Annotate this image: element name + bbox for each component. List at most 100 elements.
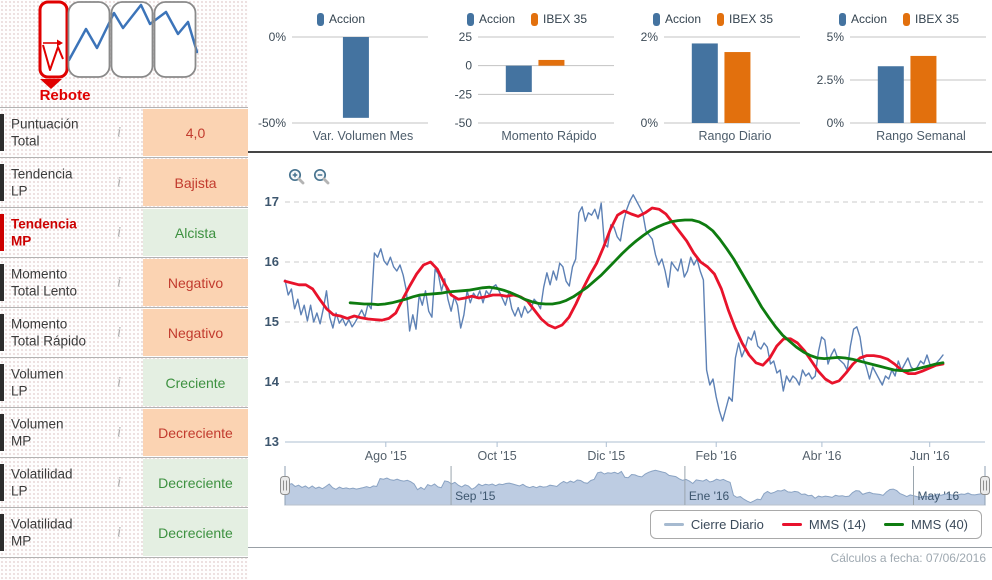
row-accent-bar: [0, 364, 4, 401]
pattern-selector: Rebote: [0, 0, 248, 107]
info-icon[interactable]: i: [117, 224, 121, 241]
table-row[interactable]: Momento Total Rápido i Negativo: [0, 307, 248, 357]
bar-Accion[interactable]: [342, 37, 369, 118]
row-accent-bar: [0, 114, 4, 151]
row-label: Momento Total Lento: [11, 265, 78, 299]
info-icon[interactable]: i: [117, 524, 121, 541]
row-value: Alcista: [143, 209, 248, 256]
row-label: Tendencia LP: [11, 165, 73, 199]
zoom-controls: [288, 168, 331, 191]
legend-label: Cierre Diario: [690, 517, 764, 532]
row-value: Decreciente: [143, 459, 248, 506]
row-accent-bar: [0, 314, 4, 351]
bar-IBEX 35[interactable]: [910, 55, 937, 123]
table-row[interactable]: Volatilidad LP i Decreciente: [0, 457, 248, 507]
sidebar: Rebote Puntuación Total i 4,0 Tendencia LP i Ba…: [0, 0, 248, 580]
info-icon[interactable]: i: [117, 374, 121, 391]
legend-item[interactable]: Accion: [466, 12, 515, 26]
legend-label: IBEX 35: [915, 12, 960, 26]
y-axis-label: 16: [265, 254, 279, 269]
row-value: Negativo: [143, 309, 248, 356]
y-axis-label: -25: [455, 87, 473, 101]
row-accent-bar: [0, 464, 4, 501]
mini-chart: Accion IBEX 35 25 0 -25 -50 Momento Rápido: [434, 0, 620, 151]
bar-Accion[interactable]: [691, 43, 718, 124]
y-axis-label: 15: [265, 314, 279, 329]
mini-chart-plot: 0% -50%: [258, 30, 428, 129]
y-axis-label: 25: [459, 30, 473, 44]
navigator-label: Ene '16: [689, 489, 730, 503]
x-axis-label: Dic '15: [587, 449, 625, 463]
selected-pattern-label: Rebote: [39, 87, 91, 104]
navigator-handle-left[interactable]: [280, 476, 290, 495]
legend-item[interactable]: Accion: [652, 12, 701, 26]
y-axis-label: 0%: [827, 116, 845, 129]
bar-Accion[interactable]: [505, 65, 532, 93]
y-axis-label: -50: [455, 116, 473, 129]
row-value: Decreciente: [143, 409, 248, 456]
bar-IBEX 35[interactable]: [724, 52, 751, 123]
y-axis-label: 2.5%: [817, 73, 845, 87]
legend-marker: [531, 12, 538, 26]
row-value: Decreciente: [143, 509, 248, 556]
legend-label: IBEX 35: [543, 12, 588, 26]
zoom-in-button[interactable]: [288, 168, 306, 191]
series-line-mms-40-: [348, 218, 945, 373]
info-icon[interactable]: i: [117, 174, 121, 191]
y-axis-label: 0%: [269, 30, 287, 44]
legend-label: Accion: [478, 12, 515, 26]
row-label: Puntuación Total: [11, 115, 79, 149]
row-value: Creciente: [143, 359, 248, 406]
table-row[interactable]: Volumen MP i Decreciente: [0, 407, 248, 457]
mini-chart: Accion IBEX 35 2% 0% Rango Diario: [620, 0, 806, 151]
legend-item[interactable]: IBEX 35: [531, 12, 587, 26]
legend-label: Accion: [850, 12, 887, 26]
row-label: Volumen LP: [11, 365, 64, 399]
zoom-out-button[interactable]: [313, 168, 331, 191]
y-axis-label: 2%: [641, 30, 659, 44]
legend-label: MMS (14): [808, 517, 866, 532]
legend-item[interactable]: IBEX 35: [903, 12, 959, 26]
info-icon[interactable]: i: [117, 424, 121, 441]
row-value: Bajista: [143, 159, 248, 206]
rebote-pattern-box-bg: [40, 2, 67, 77]
y-axis-label: 13: [265, 434, 279, 449]
info-icon[interactable]: i: [117, 124, 121, 141]
x-axis-label: Oct '15: [477, 449, 516, 463]
legend-label: Accion: [328, 12, 366, 26]
mini-charts: Accion 0% -50% Var. Volumen Mes Accion IBEX 3…: [248, 0, 992, 153]
row-accent-bar: [0, 414, 4, 451]
navigator-area[interactable]: [284, 469, 986, 506]
table-row[interactable]: Volumen LP i Creciente: [0, 357, 248, 407]
y-axis-label: -50%: [258, 116, 286, 129]
legend-item[interactable]: Accion: [838, 12, 887, 26]
legend-item[interactable]: Cierre Diario: [663, 517, 764, 532]
table-row[interactable]: Momento Total Lento i Negativo: [0, 257, 248, 307]
table-row[interactable]: Puntuación Total i 4,0: [0, 107, 248, 157]
legend-item[interactable]: MMS (14): [781, 517, 866, 532]
bar-Accion[interactable]: [877, 66, 904, 123]
info-icon[interactable]: i: [117, 474, 121, 491]
series-line-cierre-diario: [284, 194, 944, 422]
main-chart-svg[interactable]: 17 16 15 14 13 Ago '15 Oct '15 Dic '15 Feb '16 Ab…: [248, 153, 992, 547]
legend-marker: [781, 523, 802, 526]
legend-item[interactable]: MMS (40): [883, 517, 968, 532]
mini-chart-legend: Accion IBEX 35: [806, 0, 992, 29]
mini-chart: Accion IBEX 35 5% 2.5% 0% Rango Semanal: [806, 0, 992, 151]
table-row[interactable]: Tendencia LP i Bajista: [0, 157, 248, 207]
x-axis-label: Ago '15: [365, 449, 407, 463]
row-label: Tendencia MP: [11, 215, 77, 249]
table-row[interactable]: Tendencia MP i Alcista: [0, 207, 248, 257]
pattern-icons[interactable]: [0, 0, 210, 92]
info-icon[interactable]: i: [117, 324, 121, 341]
navigator-label: May '16: [918, 489, 960, 503]
info-icon[interactable]: i: [117, 274, 121, 291]
table-row[interactable]: Volatilidad MP i Decreciente: [0, 507, 248, 558]
legend-label: IBEX 35: [729, 12, 774, 26]
navigator-handle-right[interactable]: [980, 476, 990, 495]
indicator-rows: Puntuación Total i 4,0 Tendencia LP i Bajista Te…: [0, 107, 248, 558]
bar-IBEX 35[interactable]: [538, 59, 565, 66]
pattern-box-bg: [154, 2, 196, 77]
legend-item[interactable]: Accion: [316, 12, 366, 26]
legend-item[interactable]: IBEX 35: [717, 12, 773, 26]
